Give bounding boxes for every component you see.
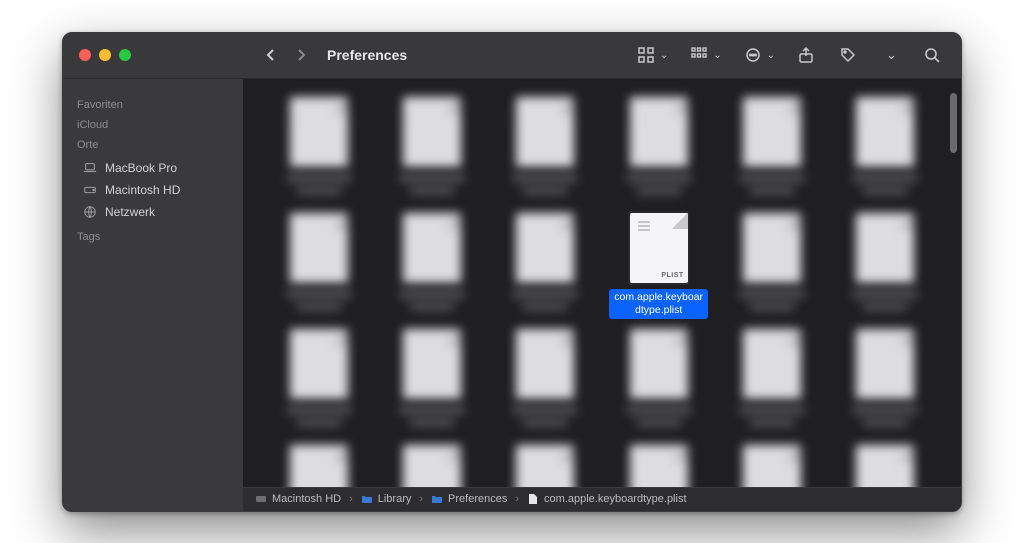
close-window-button[interactable] bbox=[79, 49, 91, 61]
share-button[interactable] bbox=[795, 44, 817, 66]
sidebar-item-label: Macintosh HD bbox=[105, 183, 180, 197]
chevron-down-icon: ⌄ bbox=[713, 50, 721, 61]
file-item[interactable] bbox=[722, 445, 821, 487]
vertical-scrollbar[interactable] bbox=[948, 89, 958, 459]
file-item[interactable] bbox=[496, 213, 595, 323]
chevron-down-icon: ⌄ bbox=[660, 50, 668, 61]
zoom-window-button[interactable] bbox=[119, 49, 131, 61]
sidebar: Favoriten iCloud Orte MacBook Pro Macint… bbox=[63, 79, 243, 511]
chevron-right-icon: › bbox=[515, 493, 519, 505]
disk-icon bbox=[83, 183, 97, 197]
file-item[interactable] bbox=[269, 213, 368, 323]
chevron-right-icon: › bbox=[419, 493, 423, 505]
sidebar-header-tags: Tags bbox=[77, 231, 243, 243]
sidebar-item-macbook[interactable]: MacBook Pro bbox=[77, 157, 233, 179]
group-by-button[interactable] bbox=[688, 44, 710, 66]
file-item[interactable] bbox=[382, 329, 481, 439]
path-label: com.apple.keyboardtype.plist bbox=[544, 493, 686, 505]
minimize-window-button[interactable] bbox=[99, 49, 111, 61]
laptop-icon bbox=[83, 161, 97, 175]
file-badge: PLIST bbox=[661, 272, 683, 279]
file-name-label: com.apple.keyboardtype.plist bbox=[609, 289, 708, 319]
file-icon: PLIST bbox=[630, 213, 688, 283]
path-bar: Macintosh HD › Library › Prefe bbox=[243, 487, 961, 511]
path-item-disk[interactable]: Macintosh HD bbox=[255, 493, 341, 505]
file-item[interactable] bbox=[496, 445, 595, 487]
file-item[interactable] bbox=[496, 329, 595, 439]
sidebar-header-favorites: Favoriten bbox=[77, 99, 243, 111]
file-item[interactable] bbox=[836, 329, 935, 439]
path-item-preferences[interactable]: Preferences bbox=[431, 493, 507, 505]
file-item[interactable] bbox=[496, 97, 595, 207]
file-item[interactable] bbox=[836, 445, 935, 487]
globe-icon bbox=[83, 205, 97, 219]
file-item[interactable] bbox=[836, 97, 935, 207]
scrollbar-thumb[interactable] bbox=[950, 93, 957, 153]
disk-icon bbox=[255, 493, 267, 505]
path-label: Library bbox=[378, 493, 412, 505]
path-item-file[interactable]: com.apple.keyboardtype.plist bbox=[527, 493, 686, 505]
file-item[interactable] bbox=[382, 213, 481, 323]
file-item[interactable] bbox=[722, 329, 821, 439]
nav-arrows bbox=[243, 47, 309, 63]
file-item-selected[interactable]: PLIST com.apple.keyboardtype.plist bbox=[609, 213, 708, 323]
folder-icon bbox=[361, 493, 373, 505]
sidebar-item-network[interactable]: Netzwerk bbox=[77, 201, 233, 223]
more-button[interactable]: ⌄ bbox=[879, 44, 901, 66]
file-item[interactable] bbox=[382, 97, 481, 207]
file-item[interactable] bbox=[722, 97, 821, 207]
content-area: PLIST com.apple.keyboardtype.plist bbox=[243, 79, 961, 511]
file-item[interactable] bbox=[836, 213, 935, 323]
sidebar-item-label: MacBook Pro bbox=[105, 161, 177, 175]
chevron-down-icon: ⌄ bbox=[767, 50, 775, 61]
path-item-library[interactable]: Library bbox=[361, 493, 412, 505]
window-controls bbox=[63, 49, 243, 61]
sidebar-item-label: Netzwerk bbox=[105, 205, 155, 219]
path-label: Preferences bbox=[448, 493, 507, 505]
back-button[interactable] bbox=[263, 47, 279, 63]
file-item[interactable] bbox=[609, 97, 708, 207]
path-label: Macintosh HD bbox=[272, 493, 341, 505]
file-item[interactable] bbox=[382, 445, 481, 487]
file-item[interactable] bbox=[609, 445, 708, 487]
titlebar: Preferences ⌄ bbox=[63, 33, 961, 79]
sidebar-item-disk[interactable]: Macintosh HD bbox=[77, 179, 233, 201]
file-grid[interactable]: PLIST com.apple.keyboardtype.plist bbox=[243, 79, 961, 487]
toolbar: ⌄ ⌄ bbox=[635, 44, 961, 66]
chevron-right-icon: › bbox=[349, 493, 353, 505]
finder-window: Preferences ⌄ bbox=[62, 32, 962, 512]
forward-button[interactable] bbox=[293, 47, 309, 63]
sidebar-header-locations: Orte bbox=[77, 139, 243, 151]
file-item[interactable] bbox=[722, 213, 821, 323]
file-item[interactable] bbox=[269, 445, 368, 487]
window-title: Preferences bbox=[309, 47, 407, 63]
search-button[interactable] bbox=[921, 44, 943, 66]
tags-button[interactable] bbox=[837, 44, 859, 66]
file-item[interactable] bbox=[609, 329, 708, 439]
folder-icon bbox=[431, 493, 443, 505]
file-item[interactable] bbox=[269, 97, 368, 207]
file-icon bbox=[527, 493, 539, 505]
sidebar-header-icloud: iCloud bbox=[77, 119, 243, 131]
file-item[interactable] bbox=[269, 329, 368, 439]
icon-view-button[interactable] bbox=[635, 44, 657, 66]
actions-button[interactable] bbox=[742, 44, 764, 66]
